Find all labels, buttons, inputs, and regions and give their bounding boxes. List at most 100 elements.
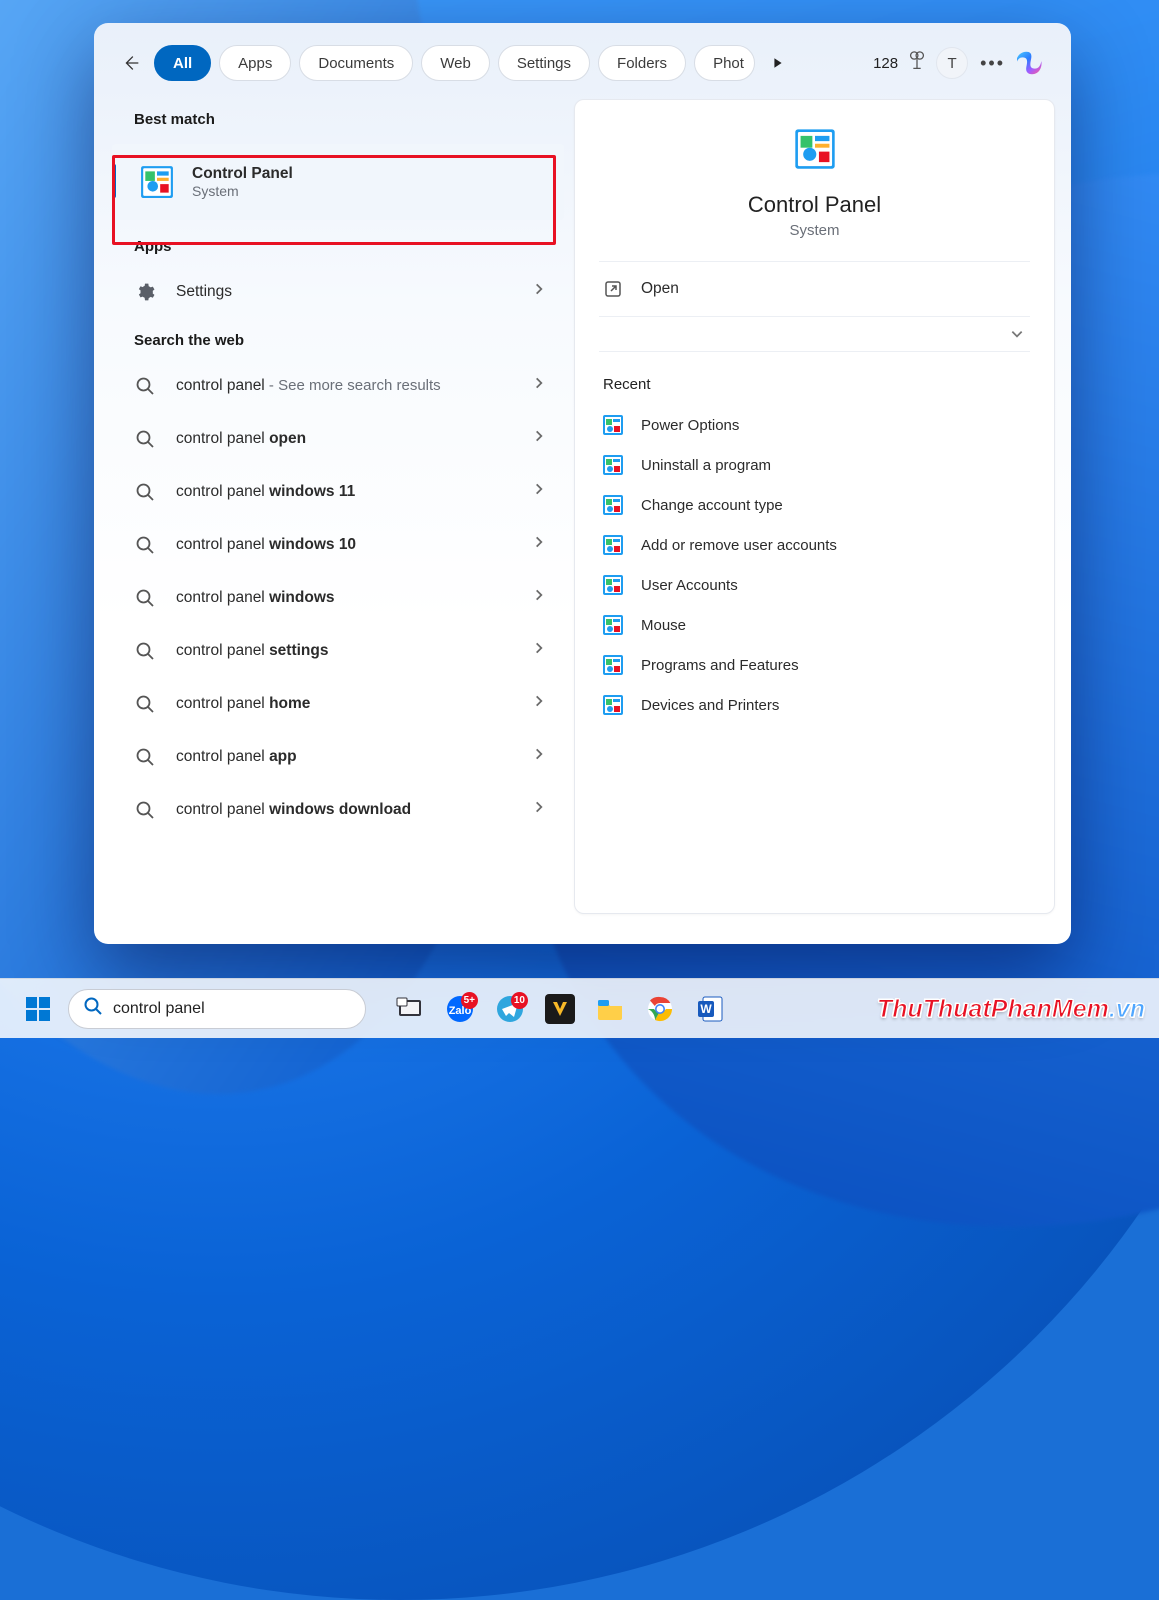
taskbar-app-zalo[interactable]: Zalo5+ bbox=[440, 989, 480, 1029]
result-label: control panel windows 11 bbox=[176, 483, 355, 501]
filters-overflow-button[interactable] bbox=[763, 45, 793, 81]
recent-item[interactable]: Change account type bbox=[599, 485, 1030, 525]
recent-label: Mouse bbox=[641, 617, 686, 634]
section-search-web: Search the web bbox=[114, 318, 564, 359]
control-panel-icon bbox=[603, 695, 623, 715]
result-detail-pane: Control Panel System Open Recent Power O… bbox=[564, 99, 1071, 914]
filter-all[interactable]: All bbox=[154, 45, 211, 81]
result-label: control panel home bbox=[176, 695, 310, 713]
chevron-right-icon bbox=[532, 747, 546, 766]
taskbar-app-explorer[interactable] bbox=[590, 989, 630, 1029]
start-button[interactable] bbox=[18, 989, 58, 1029]
recent-label: Change account type bbox=[641, 497, 783, 514]
filter-settings[interactable]: Settings bbox=[498, 45, 590, 81]
taskbar-app-telegram[interactable]: 10 bbox=[490, 989, 530, 1029]
web-result[interactable]: control panel windows bbox=[114, 571, 564, 624]
recent-item[interactable]: User Accounts bbox=[599, 565, 1030, 605]
filter-apps[interactable]: Apps bbox=[219, 45, 291, 81]
account-avatar[interactable]: T bbox=[936, 47, 968, 79]
results-list-pane: Best match Control Panel System Apps Set… bbox=[94, 99, 564, 914]
result-label: control panel windows download bbox=[176, 801, 411, 819]
recent-item[interactable]: Mouse bbox=[599, 605, 1030, 645]
recent-label: Devices and Printers bbox=[641, 697, 779, 714]
search-icon bbox=[132, 744, 158, 770]
recent-item[interactable]: Programs and Features bbox=[599, 645, 1030, 685]
taskbar-app-chrome[interactable] bbox=[640, 989, 680, 1029]
taskbar-app-word[interactable]: W bbox=[690, 989, 730, 1029]
control-panel-icon bbox=[603, 415, 623, 435]
chevron-right-icon bbox=[532, 376, 546, 395]
chevron-right-icon bbox=[532, 482, 546, 501]
search-icon bbox=[132, 691, 158, 717]
filter-photos[interactable]: Phot bbox=[694, 45, 755, 81]
taskbar-app-taskview[interactable] bbox=[390, 989, 430, 1029]
recent-item[interactable]: Add or remove user accounts bbox=[599, 525, 1030, 565]
web-result[interactable]: control panel home bbox=[114, 677, 564, 730]
control-panel-icon bbox=[140, 165, 174, 199]
taskbar-search-input[interactable] bbox=[113, 1000, 351, 1018]
section-best-match: Best match bbox=[114, 101, 564, 138]
result-label: Settings bbox=[176, 283, 232, 301]
result-label: control panel app bbox=[176, 748, 297, 766]
web-result[interactable]: control panel app bbox=[114, 730, 564, 783]
back-button[interactable] bbox=[116, 48, 146, 78]
web-result[interactable]: control panel windows 11 bbox=[114, 465, 564, 518]
section-apps: Apps bbox=[114, 220, 564, 265]
copilot-icon[interactable] bbox=[1017, 48, 1047, 78]
action-label: Open bbox=[641, 280, 679, 298]
taskbar-search-box[interactable] bbox=[68, 989, 366, 1029]
recent-item[interactable]: Power Options bbox=[599, 405, 1030, 445]
recent-label: Programs and Features bbox=[641, 657, 799, 674]
start-search-window: All Apps Documents Web Settings Folders … bbox=[94, 23, 1071, 944]
result-label: control panel open bbox=[176, 430, 306, 448]
chevron-right-icon bbox=[532, 535, 546, 554]
rewards-icon[interactable] bbox=[906, 50, 928, 77]
control-panel-icon bbox=[794, 128, 836, 170]
search-icon bbox=[132, 426, 158, 452]
search-icon bbox=[132, 532, 158, 558]
result-label: control panel windows bbox=[176, 589, 335, 607]
web-result[interactable]: control panel windows download bbox=[114, 783, 564, 836]
web-result[interactable]: control panel open bbox=[114, 412, 564, 465]
best-match-result[interactable]: Control Panel System bbox=[112, 144, 564, 220]
open-icon bbox=[603, 279, 623, 299]
best-match-title: Control Panel bbox=[192, 165, 293, 183]
recent-item[interactable]: Uninstall a program bbox=[599, 445, 1030, 485]
control-panel-icon bbox=[603, 615, 623, 635]
search-filter-bar: All Apps Documents Web Settings Folders … bbox=[94, 23, 1071, 99]
best-match-subtitle: System bbox=[192, 183, 293, 199]
web-result[interactable]: control panel windows 10 bbox=[114, 518, 564, 571]
actions-expand-button[interactable] bbox=[599, 316, 1030, 352]
recent-label: Uninstall a program bbox=[641, 457, 771, 474]
filter-documents[interactable]: Documents bbox=[299, 45, 413, 81]
badge: 5+ bbox=[461, 992, 478, 1009]
chevron-right-icon bbox=[532, 694, 546, 713]
search-icon bbox=[132, 638, 158, 664]
recent-item[interactable]: Devices and Printers bbox=[599, 685, 1030, 725]
taskbar-app-v[interactable] bbox=[540, 989, 580, 1029]
badge: 10 bbox=[511, 992, 528, 1009]
filter-web[interactable]: Web bbox=[421, 45, 490, 81]
recent-label: Add or remove user accounts bbox=[641, 537, 837, 554]
chevron-right-icon bbox=[532, 800, 546, 819]
rewards-points: 128 bbox=[873, 55, 898, 72]
chevron-right-icon bbox=[532, 641, 546, 660]
chevron-right-icon bbox=[532, 282, 546, 301]
search-icon bbox=[132, 585, 158, 611]
recent-header: Recent bbox=[599, 362, 1030, 405]
action-open[interactable]: Open bbox=[599, 262, 1030, 316]
web-result[interactable]: control panel - See more search results bbox=[114, 359, 564, 412]
recent-label: Power Options bbox=[641, 417, 739, 434]
search-icon bbox=[132, 373, 158, 399]
app-result-settings[interactable]: Settings bbox=[114, 265, 564, 318]
more-options-button[interactable]: ••• bbox=[976, 53, 1009, 74]
control-panel-icon bbox=[603, 655, 623, 675]
filter-folders[interactable]: Folders bbox=[598, 45, 686, 81]
detail-subtitle: System bbox=[789, 222, 839, 239]
result-label: control panel windows 10 bbox=[176, 536, 356, 554]
search-icon bbox=[132, 797, 158, 823]
control-panel-icon bbox=[603, 575, 623, 595]
control-panel-icon bbox=[603, 455, 623, 475]
web-result[interactable]: control panel settings bbox=[114, 624, 564, 677]
detail-title: Control Panel bbox=[748, 192, 881, 218]
